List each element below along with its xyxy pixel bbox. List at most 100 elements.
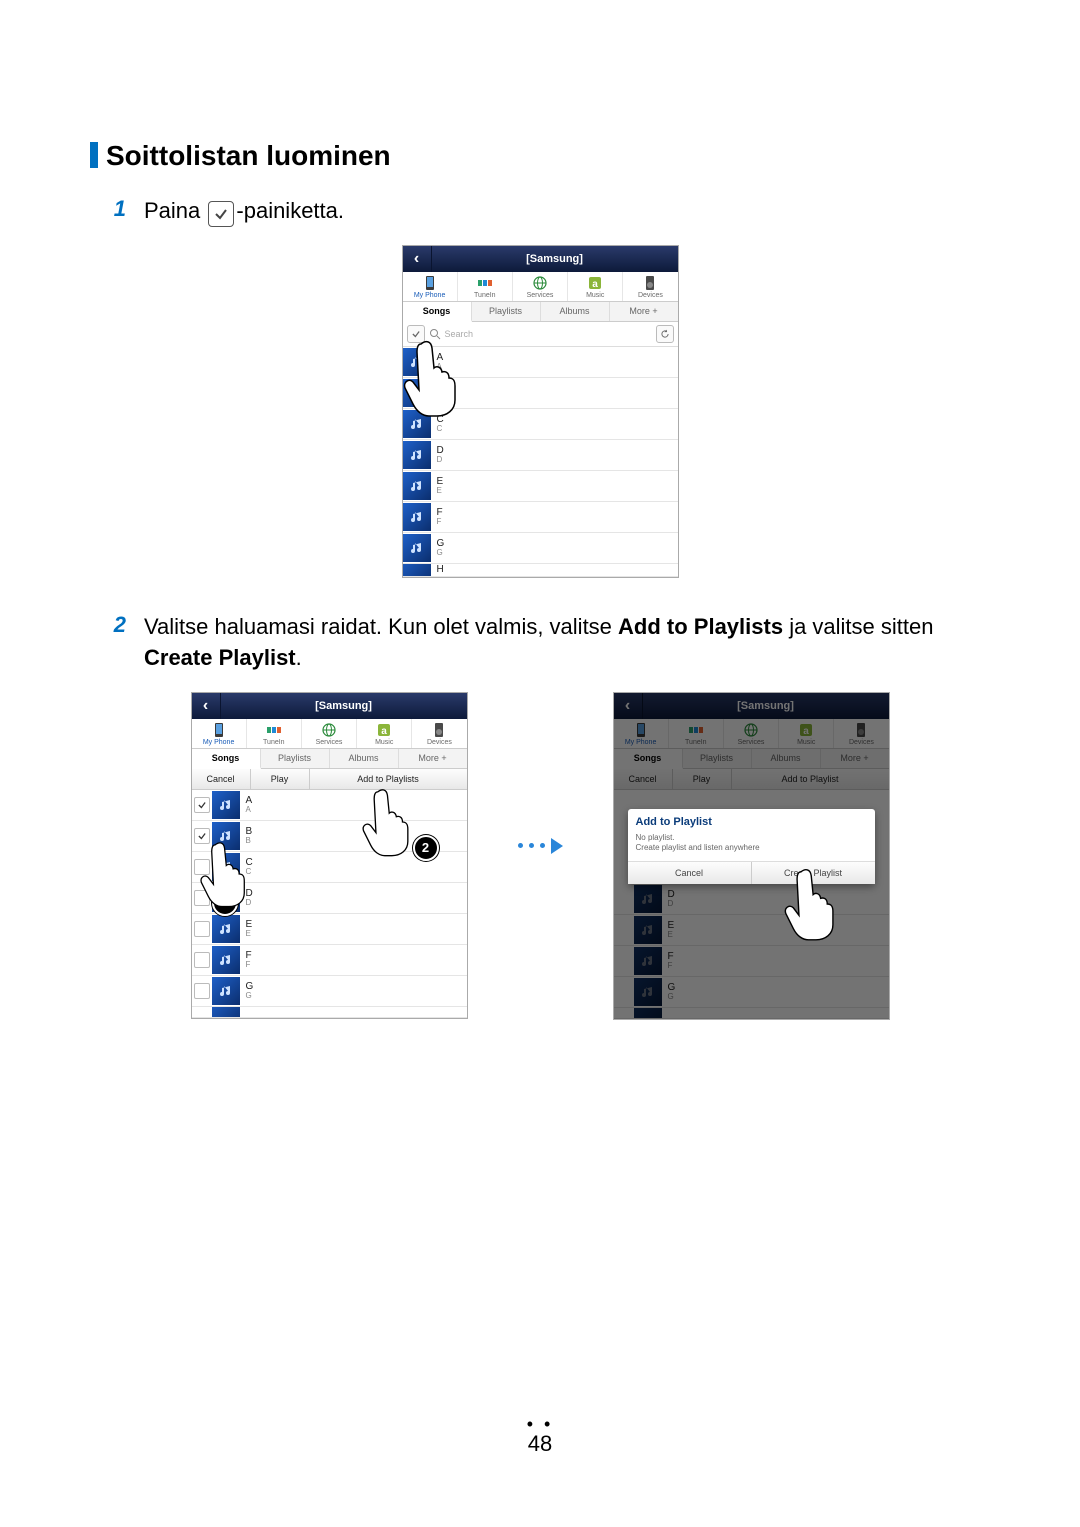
section-title: Soittolistan luominen [90, 140, 990, 172]
list-item[interactable]: GG [614, 977, 889, 1008]
source-tab-devices[interactable]: Devices [412, 719, 466, 748]
view-tab-songs[interactable]: Songs [192, 749, 261, 769]
song-subtitle: C [246, 868, 467, 876]
source-tab-myphone[interactable]: My Phone [192, 719, 247, 748]
amazon-music-icon: a [357, 722, 411, 738]
list-item[interactable]: EE [403, 471, 678, 502]
list-item[interactable]: FF [614, 946, 889, 977]
section-title-text: Soittolistan luominen [106, 140, 391, 171]
source-tab-tunein[interactable]: TuneIn [458, 272, 513, 301]
song-title: A [437, 353, 678, 363]
cancel-button[interactable]: Cancel [614, 769, 673, 789]
source-tab-myphone[interactable]: My Phone [403, 272, 458, 301]
list-item[interactable]: EE [614, 915, 889, 946]
checkbox-icon[interactable] [194, 921, 210, 937]
app-header: ‹ [Samsung] [403, 246, 678, 272]
search-input[interactable]: Search [445, 329, 652, 339]
back-button[interactable]: ‹ [403, 246, 432, 272]
view-tab-playlists[interactable]: Playlists [261, 749, 330, 768]
app-header: ‹ [Samsung] [192, 693, 467, 719]
source-tab-tunein[interactable]: TuneIn [247, 719, 302, 748]
list-item[interactable]: DD [403, 440, 678, 471]
view-tab-albums[interactable]: Albums [330, 749, 399, 768]
back-button[interactable]: ‹ [614, 693, 643, 719]
source-tab-services[interactable]: Services [724, 719, 779, 748]
speaker-icon [834, 722, 888, 738]
song-title: E [437, 477, 678, 487]
select-mode-button[interactable] [407, 325, 425, 343]
view-tab-more[interactable]: More + [821, 749, 889, 768]
source-tab-music[interactable]: a Music [568, 272, 623, 301]
view-tab-albums[interactable]: Albums [541, 302, 610, 321]
play-button[interactable]: Play [673, 769, 732, 789]
song-title: D [437, 446, 678, 456]
view-tab-songs[interactable]: Songs [614, 749, 683, 769]
source-tab-services[interactable]: Services [302, 719, 357, 748]
list-item[interactable]: GG [403, 533, 678, 564]
speaker-icon [623, 275, 677, 291]
add-to-playlists-button[interactable]: Add to Playlists [310, 769, 467, 789]
back-button[interactable]: ‹ [192, 693, 221, 719]
step-2: 2 Valitse haluamasi raidat. Kun olet val… [90, 612, 990, 674]
tunein-icon [247, 722, 301, 738]
song-subtitle: A [246, 806, 467, 814]
list-item[interactable]: FF [192, 945, 467, 976]
list-item[interactable] [192, 1007, 467, 1018]
checkbox-icon[interactable] [194, 890, 210, 906]
list-item[interactable]: AA [403, 347, 678, 378]
list-item[interactable]: DD [614, 884, 889, 915]
source-tab-music[interactable]: aMusic [357, 719, 412, 748]
list-item[interactable]: H [403, 564, 678, 577]
list-item[interactable] [614, 1008, 889, 1019]
song-subtitle: E [246, 930, 467, 938]
play-button[interactable]: Play [251, 769, 310, 789]
song-title: D [246, 889, 467, 899]
add-to-playlist-button[interactable]: Add to Playlist [732, 769, 889, 789]
checkbox-icon[interactable] [194, 952, 210, 968]
song-subtitle: G [437, 549, 678, 557]
view-tab-more[interactable]: More + [399, 749, 467, 768]
checkbox-icon[interactable] [194, 859, 210, 875]
dialog-title: Add to Playlist [628, 809, 875, 833]
album-art-icon [403, 379, 431, 407]
page-number: 48 [0, 1431, 1080, 1457]
source-tab-tunein[interactable]: TuneIn [669, 719, 724, 748]
song-subtitle: F [437, 518, 678, 526]
step-text-part: -painiketta. [236, 198, 344, 223]
svg-text:a: a [592, 279, 598, 290]
svg-text:a: a [381, 726, 387, 737]
view-tab-albums[interactable]: Albums [752, 749, 821, 768]
checkbox-checked-icon[interactable] [194, 828, 210, 844]
song-subtitle: G [246, 992, 467, 1000]
step-text: Valitse haluamasi raidat. Kun olet valmi… [144, 612, 990, 674]
svg-text:a: a [803, 726, 809, 737]
song-list: AA CC DD EE FF GG H [403, 347, 678, 577]
cancel-button[interactable]: Cancel [192, 769, 251, 789]
list-item[interactable] [403, 378, 678, 409]
source-tab-devices[interactable]: Devices [834, 719, 888, 748]
source-tab-myphone[interactable]: My Phone [614, 719, 669, 748]
view-tab-songs[interactable]: Songs [403, 302, 472, 322]
globe-icon [724, 722, 778, 738]
step-text-bold: Add to Playlists [618, 614, 783, 639]
list-item[interactable]: EE [192, 914, 467, 945]
list-item[interactable]: GG [192, 976, 467, 1007]
checkbox-checked-icon[interactable] [194, 797, 210, 813]
view-tab-playlists[interactable]: Playlists [472, 302, 541, 321]
dialog-create-playlist-button[interactable]: Create Playlist [752, 862, 875, 884]
dialog-cancel-button[interactable]: Cancel [628, 862, 752, 884]
refresh-button[interactable] [656, 325, 674, 343]
view-tab-more[interactable]: More + [610, 302, 678, 321]
globe-icon [302, 722, 356, 738]
source-tab-services[interactable]: Services [513, 272, 568, 301]
section-bar [90, 142, 98, 168]
list-item[interactable]: AA [192, 790, 467, 821]
view-tab-playlists[interactable]: Playlists [683, 749, 752, 768]
checkbox-icon[interactable] [194, 983, 210, 999]
song-subtitle: A [437, 363, 678, 371]
source-tab-devices[interactable]: Devices [623, 272, 677, 301]
phone-icon [614, 722, 668, 738]
list-item[interactable]: FF [403, 502, 678, 533]
list-item[interactable]: CC [403, 409, 678, 440]
source-tab-music[interactable]: aMusic [779, 719, 834, 748]
